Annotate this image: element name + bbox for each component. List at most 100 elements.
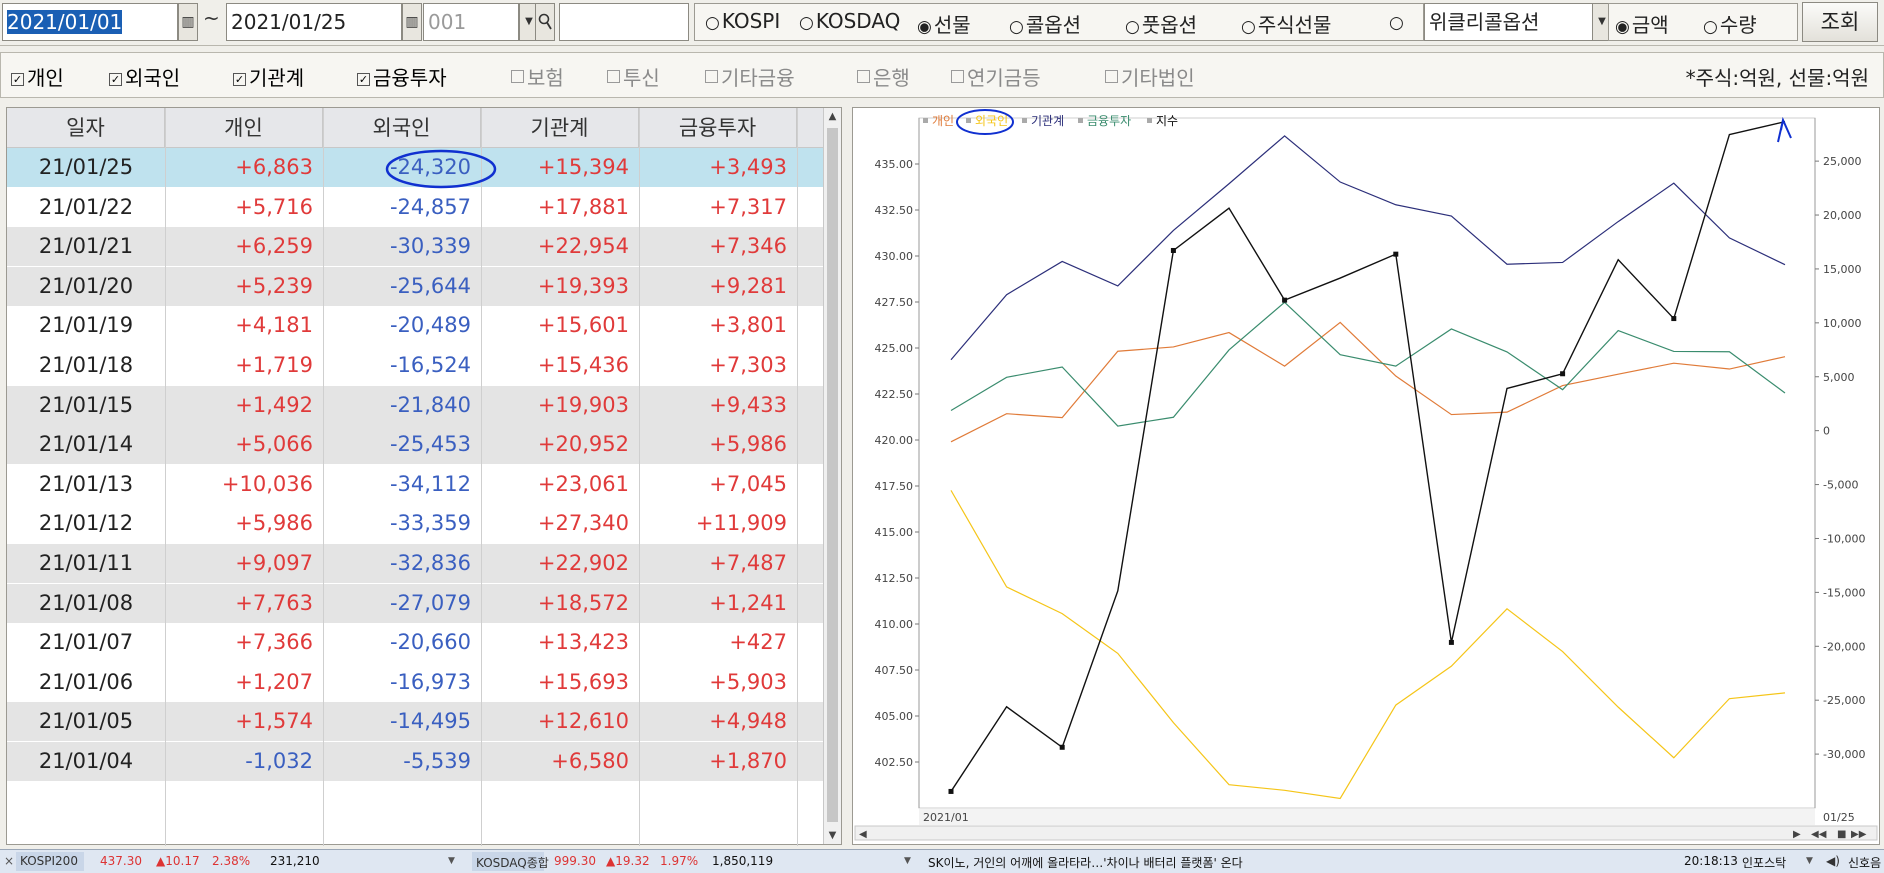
radio-kosdaq[interactable]: ○ KOSDAQ	[799, 9, 900, 33]
table-row[interactable]: 21/01/14 +5,066 -25,453 +20,952 +5,986	[7, 425, 823, 465]
cell-financial: +1,870	[709, 749, 787, 773]
hand-drawn-circle-annotation	[385, 149, 497, 189]
table-row[interactable]: 21/01/05 +1,574 -14,495 +12,610 +4,948	[7, 702, 823, 742]
index-marker	[1170, 247, 1176, 253]
table-row[interactable]: 21/01/19 +4,181 -20,489 +15,601 +3,801	[7, 306, 823, 345]
table-row[interactable]: 21/01/08 +7,763 -27,079 +18,572 +1,241	[7, 583, 823, 623]
index-marker	[1059, 744, 1065, 750]
news-ticker[interactable]: SK이노, 거인의 어깨에 올라타라…'차이나 배터리 플랫폼' 온다	[928, 854, 1243, 871]
filter-institution[interactable]: ✓ 기관계	[233, 62, 304, 91]
table-row[interactable]: 21/01/21 +6,259 -30,339 +22,954 +7,346	[7, 227, 823, 267]
left-tick-label: 435.00	[875, 158, 914, 171]
filter-other-corp[interactable]: 기타법인	[1105, 62, 1195, 91]
legend-item: 외국인	[975, 114, 1008, 128]
right-tick-label: -20,000	[1823, 640, 1865, 653]
column-header-foreign[interactable]: 외국인	[323, 108, 481, 148]
unit-note: *주식:억원, 선물:억원	[1685, 66, 1869, 90]
cell-date: 21/01/20	[38, 273, 134, 298]
scrollbar-thumb[interactable]	[827, 128, 838, 822]
right-tick-label: 25,000	[1823, 155, 1862, 168]
scroll-right-icon: ▶	[1793, 829, 1801, 840]
filter-trust[interactable]: 투신	[607, 62, 660, 91]
checkbox-unchecked-icon	[607, 70, 620, 83]
cell-individual: +7,366	[235, 630, 313, 655]
left-tick-label: 427.50	[875, 296, 914, 309]
date-from-input[interactable]: 2021/01/01	[2, 3, 178, 41]
table-row[interactable]: 21/01/07 +7,366 -20,660 +13,423 +427	[7, 623, 823, 662]
table-row[interactable]: 21/01/12 +5,986 -33,359 +27,340 +11,909	[7, 504, 823, 543]
column-header-date[interactable]: 일자	[7, 108, 165, 148]
cell-date: 21/01/14	[38, 432, 134, 457]
filter-other-finance[interactable]: 기타금융	[705, 62, 795, 91]
column-header-institution[interactable]: 기관계	[481, 108, 639, 148]
investor-chart[interactable]: 435.00 432.50 430.00 427.50 425.00 422.50 420.…	[852, 107, 1880, 845]
cell-institution: +15,394	[537, 155, 629, 179]
cell-foreign: -32,836	[389, 551, 471, 575]
cell-date: 21/01/04	[38, 749, 134, 773]
cell-institution: +15,436	[537, 353, 629, 377]
table-row[interactable]: 21/01/13 +10,036 -34,112 +23,061 +7,045	[7, 465, 823, 504]
cell-financial: +7,045	[709, 471, 787, 496]
radio-call-option[interactable]: ○ 콜옵션	[1009, 9, 1081, 38]
table-row[interactable]: 21/01/04 -1,032 -5,539 +6,580 +1,870	[7, 742, 823, 781]
table-row[interactable]: 21/01/06 +1,207 -16,973 +15,693 +5,903	[7, 663, 823, 702]
ticker-dropdown-icon[interactable]: ▼	[904, 856, 911, 866]
table-row[interactable]: 21/01/18 +1,719 -16,524 +15,436 +7,303	[7, 346, 823, 385]
radio-stock-futures[interactable]: ○ 주식선물	[1241, 9, 1331, 38]
filter-insurance[interactable]: 보험	[511, 62, 564, 91]
left-tick-label: 417.50	[875, 480, 914, 493]
table-row[interactable]: 21/01/22 +5,716 -24,857 +17,881 +7,317	[7, 188, 823, 227]
cell-foreign: -25,644	[389, 273, 471, 298]
column-header-individual[interactable]: 개인	[165, 108, 323, 148]
filter-individual[interactable]: ✓ 개인	[11, 62, 64, 91]
radio-put-option[interactable]: ○ 풋옵션	[1125, 9, 1197, 38]
query-button[interactable]: 조회	[1802, 2, 1878, 42]
checkbox-unchecked-icon	[951, 70, 964, 83]
table-row[interactable]: 21/01/11 +9,097 -32,836 +22,902 +7,487	[7, 544, 823, 583]
date-to-input[interactable]: 2021/01/25	[226, 3, 402, 41]
table-row[interactable]: 21/01/20 +5,239 -25,644 +19,393 +9,281	[7, 266, 823, 306]
speaker-icon[interactable]: ◀)	[1826, 854, 1840, 868]
table-row[interactable]: 21/01/15 +1,492 -21,840 +19,903 +9,433	[7, 385, 823, 425]
cell-date: 21/01/25	[38, 155, 134, 179]
investor-filter-row: ✓ 개인 ✓ 외국인 ✓ 기관계 ✓ 금융투자 보험 투신 기타금융 은행 연기금등 기…	[0, 52, 1884, 98]
left-tick-label: 405.00	[875, 710, 914, 723]
source-dropdown-icon[interactable]: ▼	[1806, 856, 1813, 866]
calendar-from-icon[interactable]: ▥	[178, 3, 198, 41]
filter-pension[interactable]: 연기금등	[951, 62, 1041, 91]
ticker-dropdown-icon[interactable]: ▼	[448, 856, 455, 866]
code-input[interactable]: 001	[423, 3, 519, 41]
radio-kospi[interactable]: ○ KOSPI	[705, 9, 780, 33]
cell-date: 21/01/22	[38, 194, 134, 219]
column-header-financial[interactable]: 금융투자	[639, 108, 797, 148]
cell-date: 21/01/12	[38, 511, 134, 536]
radio-futures[interactable]: ◉ 선물	[917, 9, 971, 38]
left-tick-label: 407.50	[875, 664, 914, 677]
x-start-label: 2021/01	[923, 811, 969, 824]
table-header: 일자 개인 외국인 기관계 금융투자	[7, 108, 823, 148]
right-tick-label: 5,000	[1823, 371, 1855, 384]
radio-amount[interactable]: ◉ 금액	[1615, 9, 1669, 38]
product-select[interactable]: 위클리콜옵션	[1424, 3, 1594, 41]
stop-icon: ■	[1837, 829, 1846, 840]
scroll-up-icon[interactable]: ▲	[824, 111, 841, 122]
radio-quantity[interactable]: ○ 수량	[1703, 9, 1757, 38]
sound-label[interactable]: 신호음	[1848, 854, 1881, 871]
cell-financial: +7,317	[709, 194, 787, 219]
filter-financial-investment[interactable]: ✓ 금융투자	[357, 62, 447, 91]
kospi200-change: ▲10.17	[156, 854, 200, 868]
radio-weekly[interactable]: ○	[1389, 9, 1406, 33]
clock-time: 20:18:13	[1684, 854, 1738, 868]
calendar-to-icon[interactable]: ▥	[402, 3, 422, 41]
ticker-status-bar: × KOSPI200 437.30 ▲10.17 2.38% 231,210 ▼…	[0, 849, 1884, 873]
table-vertical-scrollbar[interactable]: ▲ ▼	[823, 108, 841, 844]
close-small-icon[interactable]: ×	[4, 854, 14, 868]
cell-financial: +3,493	[709, 155, 787, 179]
legend-swatch	[1078, 118, 1083, 123]
left-tick-label: 412.50	[875, 572, 914, 585]
filter-bank[interactable]: 은행	[857, 62, 910, 91]
search-icon[interactable]	[535, 3, 555, 41]
filter-foreign[interactable]: ✓ 외국인	[109, 62, 180, 91]
scroll-down-icon[interactable]: ▼	[824, 830, 841, 841]
cell-date: 21/01/05	[38, 709, 134, 734]
